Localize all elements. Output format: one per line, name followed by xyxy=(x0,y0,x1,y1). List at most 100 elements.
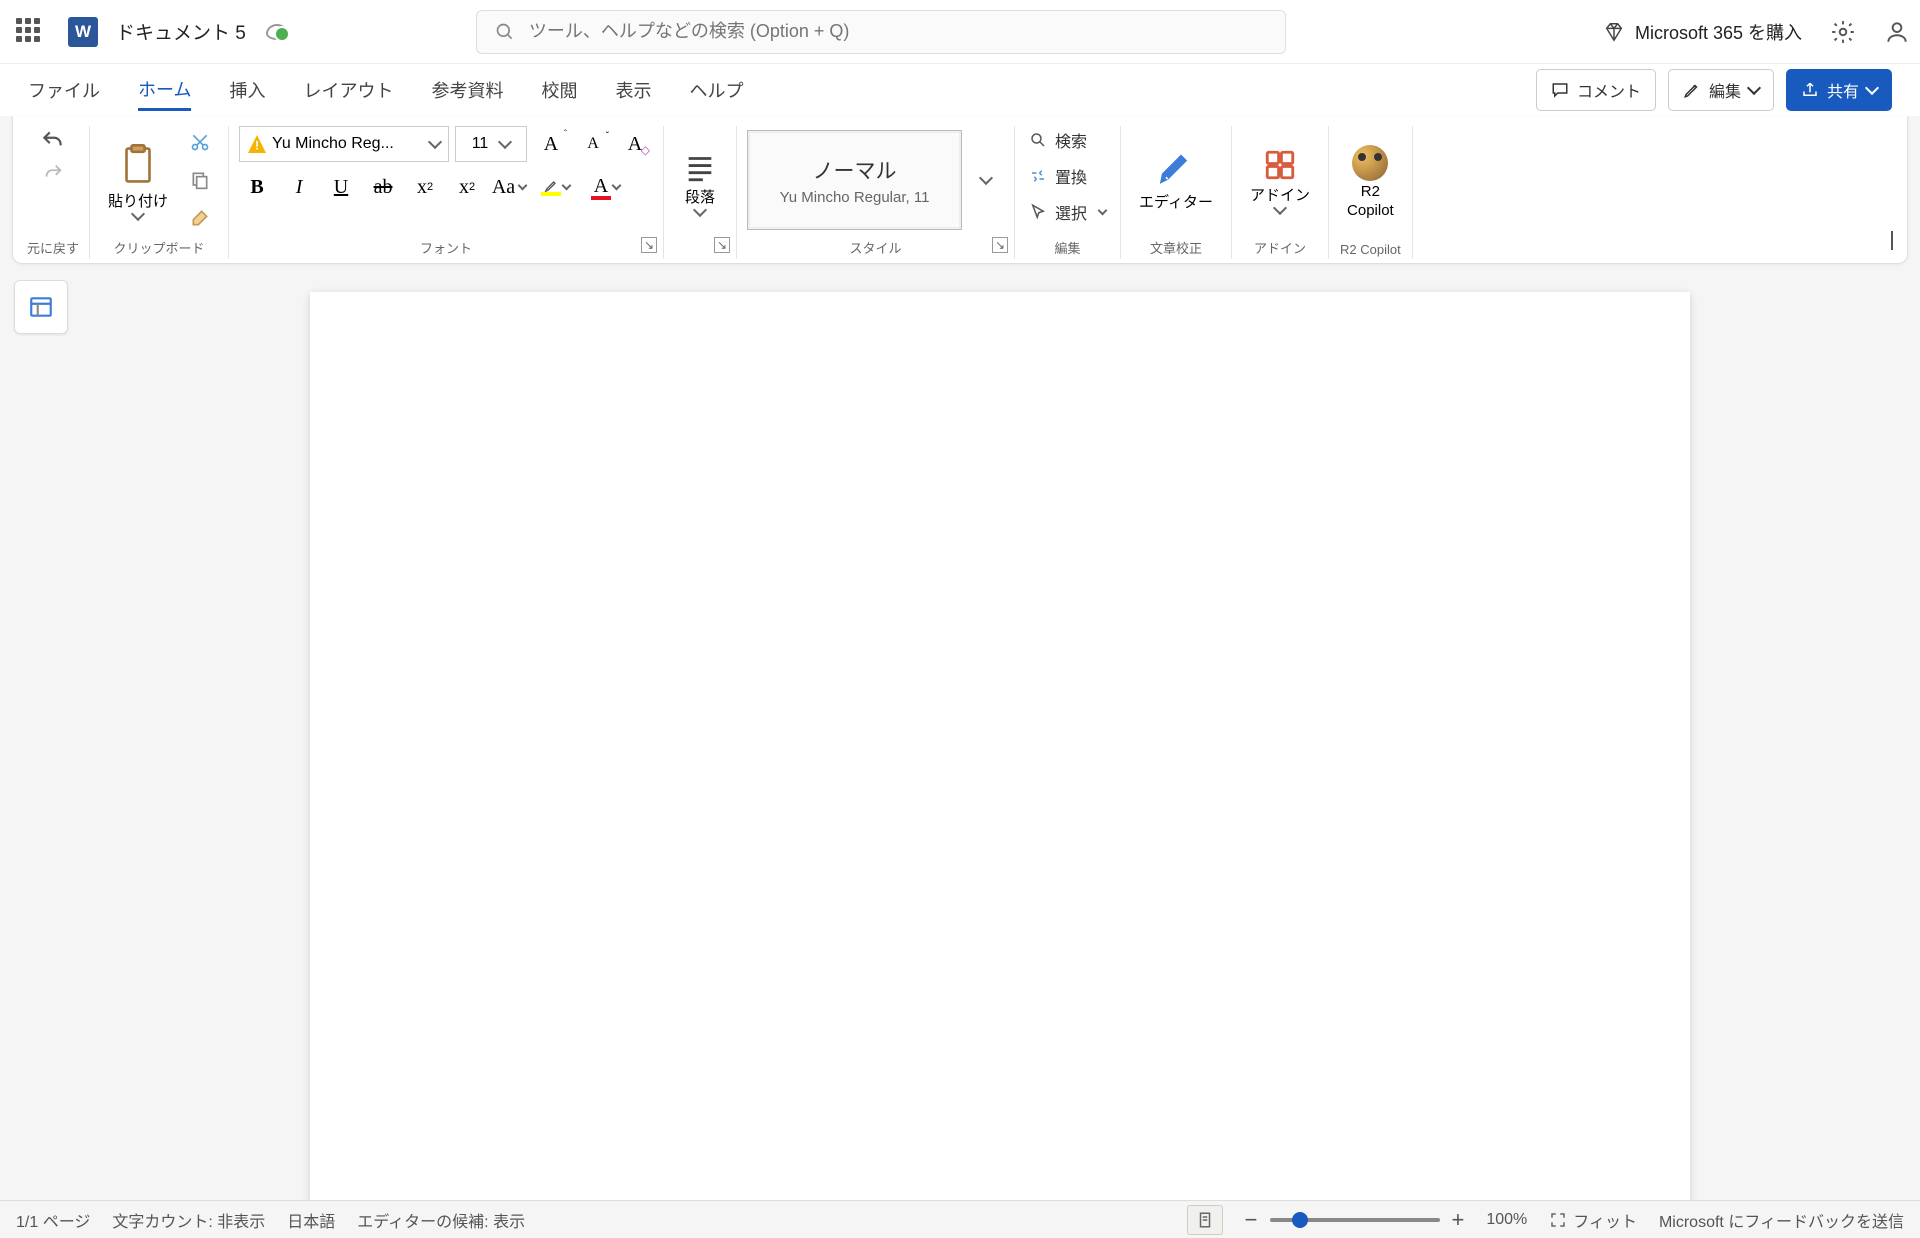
redo-button[interactable] xyxy=(35,158,71,188)
menubar-right: コメント 編集 共有 xyxy=(1536,69,1892,111)
bold-button[interactable]: B xyxy=(239,172,275,202)
share-button[interactable]: 共有 xyxy=(1786,69,1892,111)
tab-view[interactable]: 表示 xyxy=(615,71,651,109)
copilot-button[interactable]: R2 Copilot xyxy=(1339,143,1402,221)
diamond-icon xyxy=(1603,21,1625,43)
fit-button[interactable]: フィット xyxy=(1549,1208,1637,1232)
addins-button[interactable]: アドイン xyxy=(1242,146,1318,215)
group-styles: ノーマル Yu Mincho Regular, 11 スタイル ↘ xyxy=(737,126,1015,259)
replace-button[interactable]: 置換 xyxy=(1025,162,1091,190)
chevron-down-icon xyxy=(1747,81,1761,95)
navigation-pane-toggle[interactable] xyxy=(14,280,68,334)
chevron-down-icon xyxy=(1891,231,1893,250)
buy-premium-button[interactable]: Microsoft 365 を購入 xyxy=(1603,19,1802,45)
app-launcher-icon[interactable] xyxy=(16,18,44,46)
page-view-icon xyxy=(1196,1211,1214,1229)
page-1[interactable] xyxy=(310,292,1690,1200)
undo-button[interactable] xyxy=(35,126,71,156)
paragraph-dialog-launcher[interactable]: ↘ xyxy=(714,237,730,253)
subscript-button[interactable]: x2 xyxy=(407,172,443,202)
shrink-font-button[interactable]: Aˇ xyxy=(575,129,611,159)
find-button[interactable]: 検索 xyxy=(1025,126,1091,154)
search-box[interactable] xyxy=(476,10,1286,54)
search-input[interactable] xyxy=(529,21,1267,42)
tab-help[interactable]: ヘルプ xyxy=(689,71,743,109)
superscript-button[interactable]: x2 xyxy=(449,172,485,202)
cloud-saved-icon[interactable] xyxy=(266,24,288,40)
word-count[interactable]: 文字カウント: 非表示 xyxy=(112,1208,265,1232)
styles-dialog-launcher[interactable]: ↘ xyxy=(992,237,1008,253)
chevron-down-icon xyxy=(979,171,993,185)
zoom-level[interactable]: 100% xyxy=(1486,1211,1527,1229)
style-normal[interactable]: ノーマル Yu Mincho Regular, 11 xyxy=(747,130,962,230)
share-icon xyxy=(1801,81,1819,99)
zoom-out-button[interactable]: − xyxy=(1245,1207,1258,1233)
paragraph-icon xyxy=(682,150,718,184)
group-copilot-label: R2 Copilot xyxy=(1340,238,1401,259)
group-font: Yu Mincho Reg... 11 Aˆ Aˇ A◇ B I U ab x2… xyxy=(229,126,664,259)
zoom-thumb[interactable] xyxy=(1292,1212,1308,1228)
group-styles-label: スタイル xyxy=(850,234,902,259)
workspace xyxy=(0,264,1920,1200)
chevron-down-icon xyxy=(1865,81,1879,95)
grow-font-button[interactable]: Aˆ xyxy=(533,129,569,159)
reading-view-button[interactable] xyxy=(1187,1205,1223,1235)
font-color-button[interactable]: A xyxy=(583,172,619,202)
tab-review[interactable]: 校閲 xyxy=(541,71,577,109)
font-name-select[interactable]: Yu Mincho Reg... xyxy=(239,126,449,162)
editor-suggestions[interactable]: エディターの候補: 表示 xyxy=(357,1208,525,1232)
zoom-in-button[interactable]: + xyxy=(1452,1207,1465,1233)
font-size-select[interactable]: 11 xyxy=(455,126,527,162)
copy-icon xyxy=(190,170,210,190)
font-dialog-launcher[interactable]: ↘ xyxy=(641,237,657,253)
highlight-color-button[interactable] xyxy=(533,172,569,202)
clear-formatting-button[interactable]: A◇ xyxy=(617,129,653,159)
tab-references[interactable]: 参考資料 xyxy=(431,71,503,109)
copy-button[interactable] xyxy=(182,165,218,195)
page-indicator[interactable]: 1/1 ページ xyxy=(16,1208,90,1232)
italic-button[interactable]: I xyxy=(281,172,317,202)
group-editor: エディター 文章校正 xyxy=(1121,126,1232,259)
strikethrough-button[interactable]: ab xyxy=(365,172,401,202)
search-icon xyxy=(1029,131,1047,149)
clipboard-icon xyxy=(118,142,158,188)
document-title[interactable]: ドキュメント 5 xyxy=(116,18,246,45)
zoom-controls: − + xyxy=(1245,1207,1465,1233)
document-canvas[interactable] xyxy=(80,264,1920,1200)
ribbon: 元に戻す 貼り付け クリップボード Yu Mincho Reg... xyxy=(12,116,1908,264)
redo-icon xyxy=(42,162,64,184)
settings-icon[interactable] xyxy=(1830,19,1856,45)
paste-button[interactable]: 貼り付け xyxy=(100,140,176,221)
chevron-down-icon xyxy=(498,135,512,149)
tab-layout[interactable]: レイアウト xyxy=(303,71,393,109)
styles-gallery-more[interactable] xyxy=(968,165,1004,195)
editor-button[interactable]: エディター xyxy=(1131,147,1221,214)
select-button[interactable]: 選択 xyxy=(1025,198,1110,226)
language-indicator[interactable]: 日本語 xyxy=(287,1208,335,1232)
pane-icon xyxy=(28,294,54,320)
account-icon[interactable] xyxy=(1884,19,1910,45)
group-editing: 検索 置換 選択 編集 xyxy=(1015,126,1121,259)
chevron-down-icon xyxy=(428,135,442,149)
paragraph-button[interactable]: 段落 xyxy=(674,148,726,217)
tab-file[interactable]: ファイル xyxy=(28,71,100,109)
cursor-icon xyxy=(1029,203,1047,221)
comments-button[interactable]: コメント xyxy=(1536,69,1656,111)
tab-insert[interactable]: 挿入 xyxy=(229,71,265,109)
change-case-button[interactable]: Aa xyxy=(491,172,527,202)
group-undo: 元に戻す xyxy=(17,126,90,259)
editing-mode-button[interactable]: 編集 xyxy=(1668,69,1774,111)
warning-icon xyxy=(248,135,266,153)
group-addins-label: アドイン xyxy=(1254,234,1306,259)
ribbon-collapse-button[interactable] xyxy=(1891,231,1893,249)
brush-icon xyxy=(190,208,210,228)
format-painter-button[interactable] xyxy=(182,203,218,233)
title-bar: W ドキュメント 5 Microsoft 365 を購入 xyxy=(0,0,1920,64)
feedback-link[interactable]: Microsoft にフィードバックを送信 xyxy=(1659,1208,1904,1232)
zoom-slider[interactable] xyxy=(1270,1218,1440,1222)
underline-button[interactable]: U xyxy=(323,172,359,202)
group-editor-label: 文章校正 xyxy=(1150,234,1202,259)
group-paragraph: 段落 ↘ xyxy=(664,126,737,259)
tab-home[interactable]: ホーム xyxy=(138,70,191,111)
cut-button[interactable] xyxy=(182,127,218,157)
